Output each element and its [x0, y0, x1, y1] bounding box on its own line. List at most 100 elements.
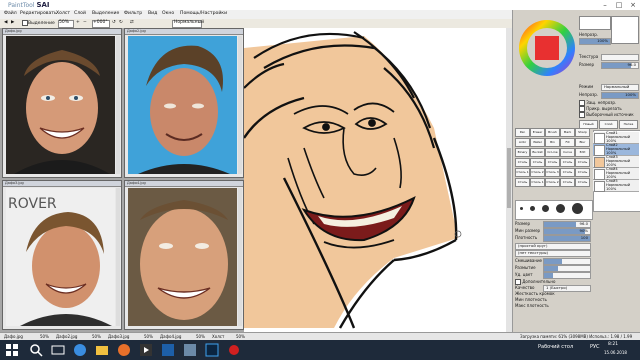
document-scrollbar-4[interactable]	[238, 188, 242, 326]
menu-file[interactable]: Файл	[4, 11, 17, 16]
sai-icon[interactable]	[182, 342, 198, 358]
status-doc-2[interactable]: Дафо2.jpg	[56, 334, 77, 339]
blending-slider[interactable]	[543, 258, 591, 265]
color-wheel[interactable]	[517, 18, 577, 78]
persistence-slider[interactable]	[543, 272, 591, 279]
tool-style-g[interactable]: Стиль	[575, 168, 590, 177]
menu-help-settings[interactable]: Помощь/Настройки	[180, 11, 227, 16]
status-doc-4[interactable]: Дафо4.jpg	[160, 334, 181, 339]
tool-fill[interactable]: Fill	[560, 138, 575, 147]
tool-airbrush[interactable]: Airbr	[515, 138, 530, 147]
close-icon[interactable]: ×	[626, 0, 640, 10]
clock-date[interactable]: 15.06.2018	[604, 350, 627, 355]
tool-edit[interactable]: Edit	[575, 148, 590, 157]
opacity-slider[interactable]: 100%	[601, 92, 639, 99]
media-player-icon[interactable]	[138, 342, 154, 358]
new-layer-set-button[interactable]: Слой	[599, 120, 618, 129]
status-doc-3[interactable]: Дафо3.jpg	[108, 334, 129, 339]
status-doc-1[interactable]: Дафо.jpg	[4, 334, 23, 339]
tool-style-3[interactable]: Стиль 3	[545, 168, 560, 177]
brush-texture-select[interactable]: (нет текстуры)	[515, 250, 591, 257]
edge-icon[interactable]	[72, 342, 88, 358]
toolbar-icon-undo[interactable]: ◀	[4, 20, 7, 25]
layer-item-5[interactable]: Слой5 Нормальный 100%	[593, 179, 639, 192]
tool-style-c[interactable]: Стиль	[545, 158, 560, 167]
reference-panel: Дафо.jpg Дафо2.jpg Дафо3.jpg ROVER Дафо4…	[0, 28, 244, 332]
toolbar-icon-redo[interactable]: ▶	[11, 20, 14, 25]
tool-bucket[interactable]: Bucket	[530, 148, 545, 157]
tool-blur[interactable]: Blur	[575, 138, 590, 147]
clock-time[interactable]: 8:21	[608, 342, 618, 347]
tool-sharp[interactable]: Sharp	[575, 128, 590, 137]
firefox-icon[interactable]	[116, 342, 132, 358]
tool-style-2[interactable]: Стиль 2	[530, 168, 545, 177]
tool-marker[interactable]: Mark	[560, 128, 575, 137]
selection-source-checkbox[interactable]: Выборочный источник	[579, 112, 634, 118]
drawing-canvas[interactable]	[243, 28, 512, 332]
tool-water[interactable]: Water	[530, 138, 545, 147]
tool-style-1[interactable]: Стиль 1	[515, 168, 530, 177]
tool-cr-line[interactable]: Cr.Line	[545, 148, 560, 157]
document-scrollbar-3[interactable]	[116, 188, 120, 326]
tool-style-e[interactable]: Стиль	[575, 158, 590, 167]
desktop-label[interactable]: Рабочий стол	[538, 344, 573, 350]
zoom-in-icon[interactable]: +	[76, 20, 80, 25]
dilution-slider[interactable]	[543, 265, 591, 272]
maximize-icon[interactable]: □	[612, 0, 626, 10]
tool-style-l[interactable]: Стиль	[575, 178, 590, 187]
menu-edit[interactable]: Редактировать	[20, 11, 57, 16]
tool-curve[interactable]: Curve	[560, 148, 575, 157]
paint-icon[interactable]	[160, 342, 176, 358]
recorder-icon[interactable]	[226, 342, 242, 358]
menu-canvas[interactable]: Холст	[56, 11, 70, 16]
task-view-icon[interactable]	[50, 342, 66, 358]
tool-style-h[interactable]: Стиль	[515, 178, 530, 187]
tool-binary[interactable]: Bin	[545, 138, 560, 147]
tool-style-k[interactable]: Стиль	[560, 178, 575, 187]
menu-filter[interactable]: Фильтр	[124, 11, 142, 16]
tool-binary-pen[interactable]: Binary	[515, 148, 530, 157]
texture-slider[interactable]	[601, 54, 639, 61]
rotate-right-icon[interactable]: ↻	[119, 20, 123, 25]
size-slider-top[interactable]: 96.0	[601, 62, 639, 69]
flip-icon[interactable]: ⇄	[130, 20, 134, 25]
tool-style-b[interactable]: Стиль	[530, 158, 545, 167]
rotate-left-icon[interactable]: ↺	[112, 20, 116, 25]
windows-start-icon[interactable]	[4, 342, 20, 358]
document-window-1[interactable]: Дафо.jpg	[2, 28, 122, 178]
menu-layer[interactable]: Слой	[74, 11, 86, 16]
tool-style-d[interactable]: Стиль	[560, 158, 575, 167]
minimize-icon[interactable]: –	[598, 0, 612, 10]
folder-icon[interactable]	[94, 342, 110, 358]
new-folder-button[interactable]: Папка	[619, 120, 638, 129]
tool-brush[interactable]: Brush	[545, 128, 560, 137]
status-doc-5[interactable]: Холст	[212, 334, 224, 339]
color-opacity-slider[interactable]: 100%	[579, 38, 611, 45]
min-size-slider[interactable]: 90%	[543, 228, 591, 235]
photoshop-icon[interactable]	[204, 342, 220, 358]
density-slider[interactable]: 100	[543, 235, 591, 242]
tool-eraser[interactable]: Eraser	[530, 128, 545, 137]
selection-checkbox[interactable]: Выделение	[22, 20, 55, 27]
brush-shape-select[interactable]: (простой круг)	[515, 243, 591, 250]
menu-view[interactable]: Вид	[148, 11, 157, 16]
menu-selection[interactable]: Выделение	[92, 11, 119, 16]
document-window-4[interactable]: Дафо4.jpg	[124, 180, 244, 330]
navigator-thumbnail[interactable]	[611, 16, 639, 44]
tool-style-j[interactable]: Стиль 2	[545, 178, 560, 187]
document-scrollbar-2[interactable]	[238, 36, 242, 174]
tool-style-i[interactable]: Стиль 1	[530, 178, 545, 187]
document-window-3[interactable]: Дафо3.jpg ROVER	[2, 180, 122, 330]
search-icon[interactable]	[28, 342, 44, 358]
document-scrollbar-1[interactable]	[116, 36, 120, 174]
language-indicator[interactable]: РУС	[590, 344, 600, 350]
mode-select-layer[interactable]: Нормальный	[601, 84, 639, 91]
brush-size-presets[interactable]	[515, 200, 593, 220]
document-window-2[interactable]: Дафо2.jpg	[124, 28, 244, 178]
zoom-out-icon[interactable]: −	[83, 20, 87, 25]
size-slider[interactable]: 96.0	[543, 221, 591, 228]
tool-style-a[interactable]: Стиль	[515, 158, 530, 167]
tool-style-f[interactable]: Стиль	[560, 168, 575, 177]
menu-window[interactable]: Окно	[162, 11, 174, 16]
tool-pen[interactable]: Pen	[515, 128, 530, 137]
